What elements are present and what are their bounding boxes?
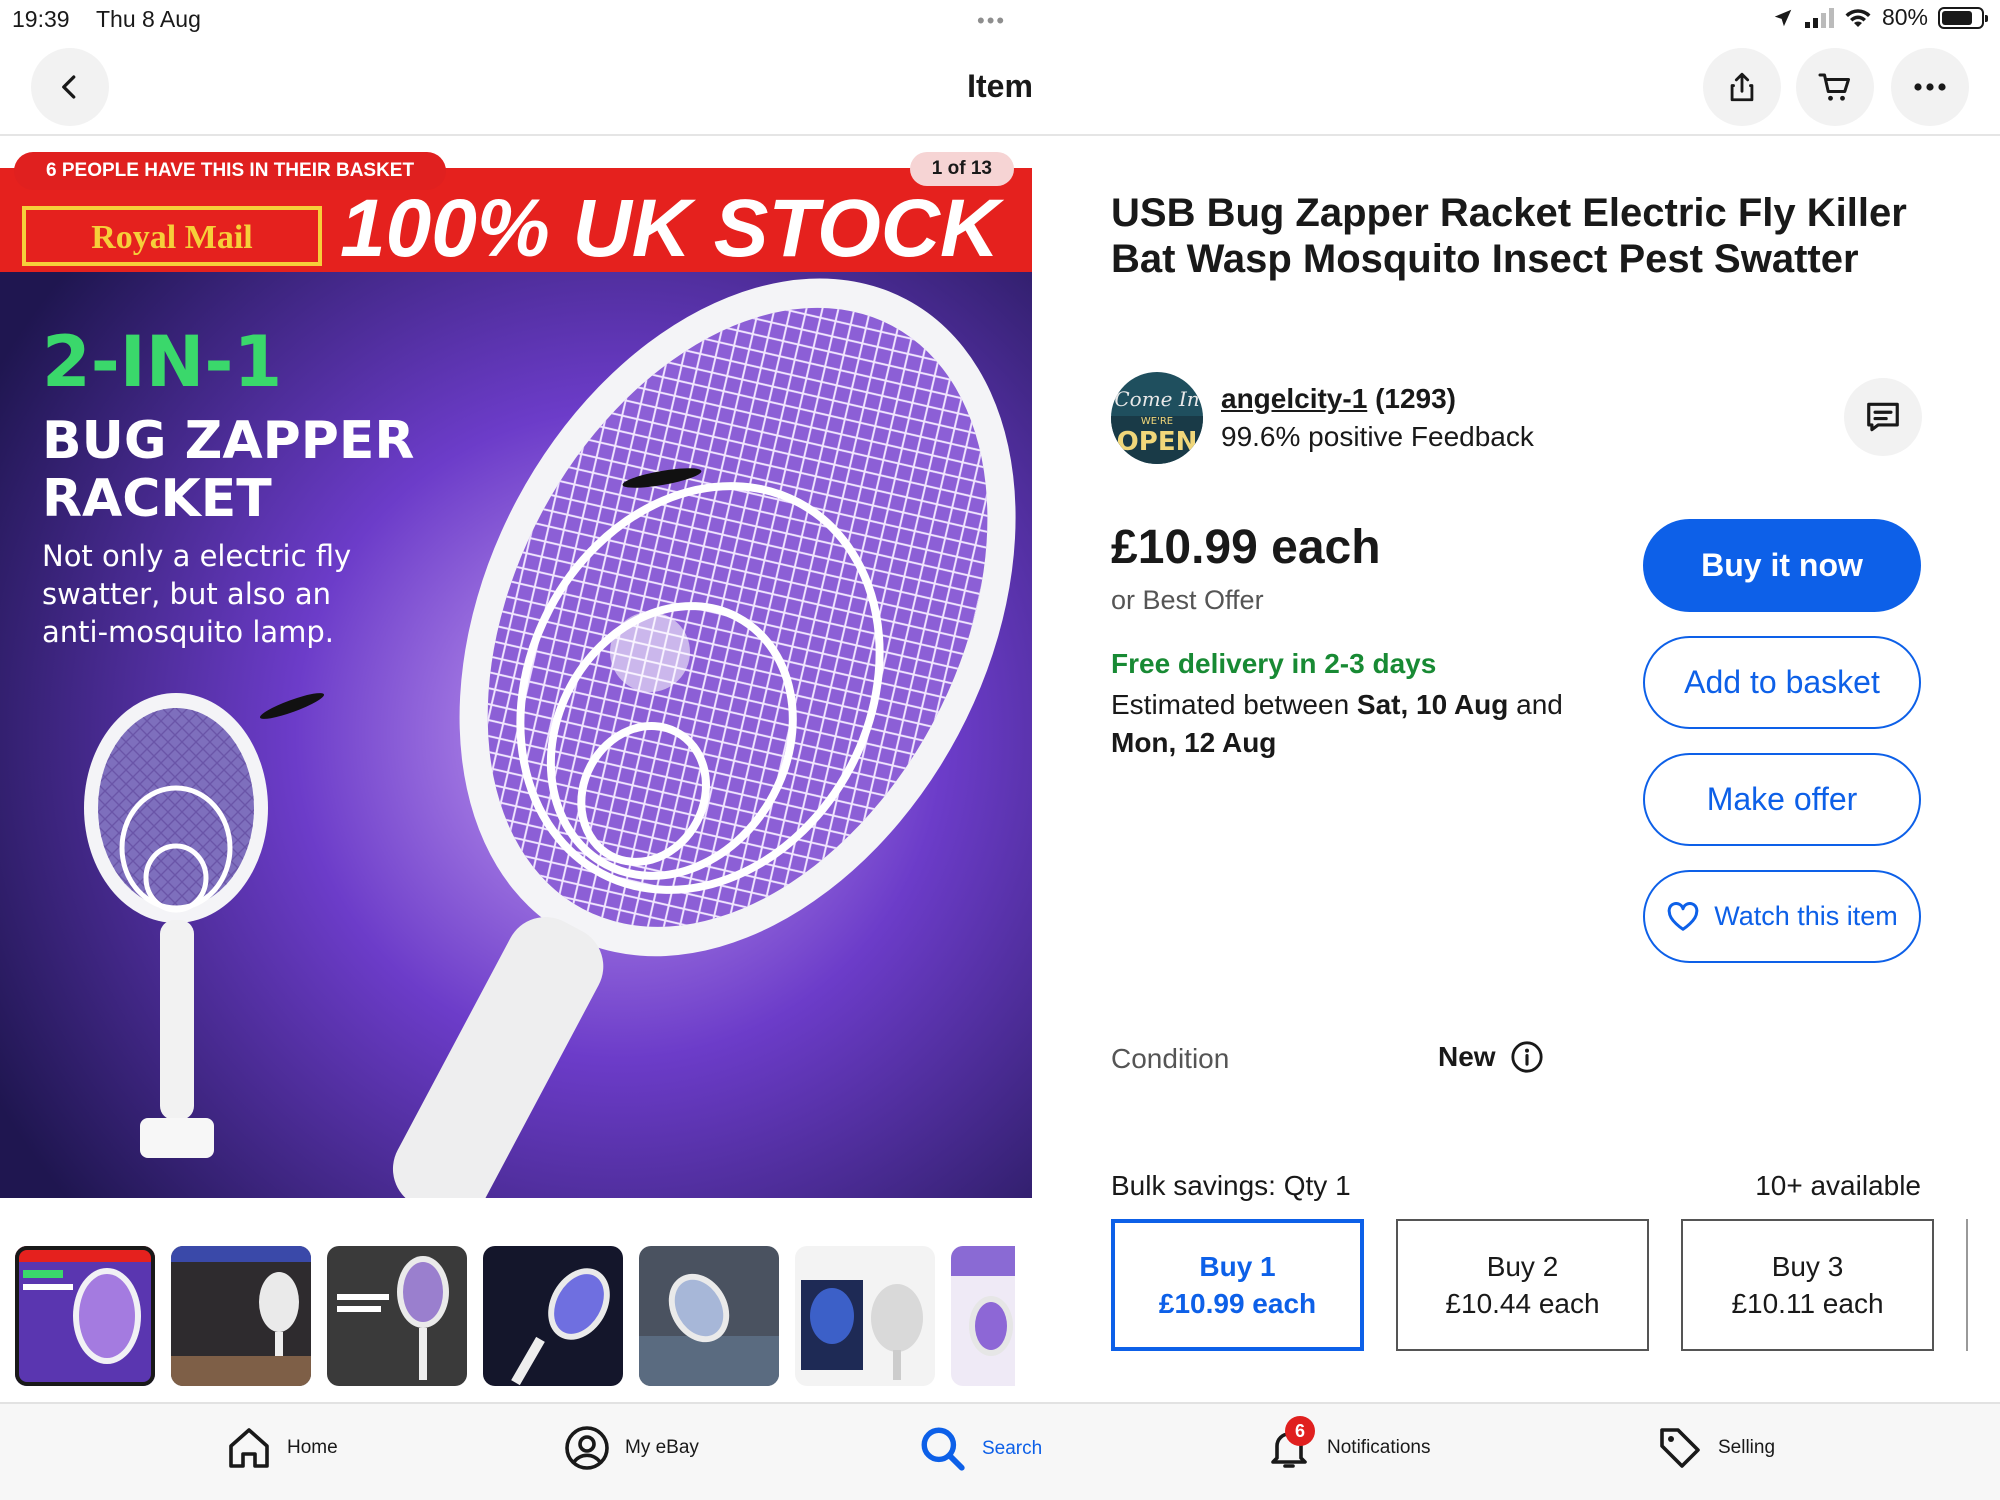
image-headline: 2-IN-1 <box>42 321 282 403</box>
avatar-text-2: WE'RE <box>1141 416 1173 427</box>
image-page-indicator: 1 of 13 <box>909 152 1014 186</box>
bulk-option-price: £10.11 each <box>1731 1288 1884 1319</box>
bottom-tab-bar: Home My eBay Search 6 Notifications Sell… <box>0 1402 2000 1500</box>
tab-home-label: Home <box>287 1437 338 1458</box>
bulk-option-qty: Buy 3 <box>1771 1251 1844 1282</box>
tab-my-ebay[interactable]: My eBay <box>563 1424 699 1472</box>
banner-text: 100% UK STOCK <box>340 183 1005 274</box>
condition-value-row: New <box>1438 1040 1544 1074</box>
estimate-mid: and <box>1508 689 1563 720</box>
tab-my-ebay-label: My eBay <box>625 1437 699 1458</box>
tab-notifications[interactable]: 6 Notifications <box>1265 1416 1431 1472</box>
condition-label: Condition <box>1111 1043 1230 1074</box>
delivery-estimate: Estimated between Sat, 10 Aug and Mon, 12… <box>1111 686 1611 762</box>
status-time: 19:39 <box>12 6 70 32</box>
bulk-option-price: £10.99 each <box>1158 1288 1317 1319</box>
image-tagline-1: Not only a electric fly <box>42 539 351 573</box>
notifications-icon-wrap: 6 <box>1265 1416 1315 1472</box>
seller-score: (1293) <box>1375 383 1456 414</box>
image-tagline-2: swatter, but also an <box>42 577 331 611</box>
tab-search[interactable]: Search <box>918 1424 1042 1474</box>
thumbnail-1[interactable] <box>15 1246 155 1386</box>
thumbnail-4[interactable] <box>483 1246 623 1386</box>
image-tagline-3: anti-mosquito lamp. <box>42 615 334 649</box>
availability-label: 10+ available <box>1755 1170 1921 1201</box>
product-title: USB Bug Zapper Racket Electric Fly Kille… <box>1111 191 1907 281</box>
bulk-more-edge <box>1966 1219 1968 1351</box>
thumbnail-strip[interactable] <box>15 1246 1015 1388</box>
thumbnail-2[interactable] <box>171 1246 311 1386</box>
search-icon <box>921 1427 965 1471</box>
best-offer-label: or Best Offer <box>1111 585 1264 615</box>
condition-value: New <box>1438 1041 1496 1072</box>
tag-icon <box>1660 1428 1700 1468</box>
bulk-option-2[interactable]: Buy 2 £10.44 each <box>1396 1219 1649 1351</box>
tab-search-label: Search <box>982 1438 1043 1459</box>
share-button[interactable] <box>1703 48 1781 126</box>
seller-name-link[interactable]: angelcity-1 <box>1221 383 1367 414</box>
tab-selling-label: Selling <box>1718 1437 1776 1458</box>
more-options-button[interactable] <box>1891 48 1969 126</box>
thumbnail-5[interactable] <box>639 1246 779 1386</box>
watch-item-button[interactable]: Watch this item <box>1643 870 1921 963</box>
basket-count-badge: 6 PEOPLE HAVE THIS IN THEIR BASKET <box>14 152 447 190</box>
add-to-basket-button[interactable]: Add to basket <box>1643 636 1921 729</box>
tab-selling[interactable]: Selling <box>1656 1424 1775 1472</box>
estimate-prefix: Estimated between <box>1111 689 1357 720</box>
heart-icon <box>1667 901 1699 931</box>
header-bar: Item <box>0 38 2000 136</box>
seller-avatar[interactable]: Come In WE'RE OPEN <box>1111 372 1203 464</box>
bulk-option-3[interactable]: Buy 3 £10.11 each <box>1681 1219 1934 1351</box>
free-delivery-label: Free delivery in 2-3 days <box>1111 648 1437 679</box>
home-icon <box>229 1428 269 1468</box>
battery-icon <box>1938 6 1988 29</box>
wifi-icon <box>1845 8 1871 27</box>
multitasking-dots-icon[interactable]: ••• <box>977 8 1006 34</box>
share-icon <box>1730 72 1754 102</box>
location-icon <box>1774 9 1792 26</box>
seller-feedback: 99.6% positive Feedback <box>1221 421 1534 452</box>
bulk-option-qty: Buy 2 <box>1486 1251 1559 1282</box>
notification-count-badge: 6 <box>1285 1416 1315 1446</box>
signal-icon <box>1804 7 1834 28</box>
estimate-date-to: Mon, 12 Aug <box>1111 727 1277 758</box>
contact-seller-button[interactable] <box>1844 378 1922 456</box>
seller-name-row: angelcity-1 (1293) <box>1221 383 1534 415</box>
image-subheadline-2: RACKET <box>42 469 272 529</box>
status-date: Thu 8 Aug <box>96 6 201 32</box>
thumbnail-6[interactable] <box>795 1246 935 1386</box>
seller-details: angelcity-1 (1293) 99.6% positive Feedba… <box>1221 383 1534 453</box>
watch-item-label: Watch this item <box>1714 901 1898 931</box>
more-icon <box>1914 83 1946 91</box>
battery-percent: 80% <box>1881 4 1928 30</box>
avatar-text-3: OPEN <box>1117 427 1198 457</box>
message-icon <box>1867 402 1899 432</box>
estimate-date-from: Sat, 10 Aug <box>1356 689 1509 720</box>
thumbnail-3[interactable] <box>327 1246 467 1386</box>
cart-button[interactable] <box>1796 48 1874 126</box>
make-offer-button[interactable]: Make offer <box>1643 753 1921 846</box>
page-title: Item <box>967 68 1033 104</box>
account-icon <box>565 1426 609 1470</box>
tab-home[interactable]: Home <box>225 1424 338 1472</box>
bulk-savings-label: Bulk savings: Qty 1 <box>1111 1170 1351 1201</box>
status-bar: 19:39 Thu 8 Aug ••• 80% <box>0 0 2000 38</box>
item-price: £10.99 each <box>1111 521 1381 574</box>
bulk-option-1[interactable]: Buy 1 £10.99 each <box>1111 1219 1364 1351</box>
cart-icon <box>1818 73 1850 101</box>
product-main-image[interactable]: Royal Mail 100% UK STOCK 2-IN-1 BUG ZAPP… <box>0 168 1032 1198</box>
product-image-gallery[interactable]: Royal Mail 100% UK STOCK 2-IN-1 BUG ZAPP… <box>0 138 1032 1200</box>
thumbnail-7[interactable] <box>951 1246 1015 1386</box>
info-icon[interactable] <box>1510 1040 1544 1074</box>
status-indicators: 80% <box>1772 4 1988 31</box>
tab-notifications-label: Notifications <box>1327 1437 1431 1458</box>
bulk-option-qty: Buy 1 <box>1199 1251 1276 1282</box>
seller-info[interactable]: Come In WE'RE OPEN angelcity-1 (1293) 99… <box>1111 372 1534 464</box>
avatar-text-1: Come In <box>1114 387 1199 411</box>
buy-it-now-button[interactable]: Buy it now <box>1643 519 1921 612</box>
royal-mail-logo-text: Royal Mail <box>91 219 252 256</box>
bulk-option-price: £10.44 each <box>1445 1288 1600 1319</box>
image-subheadline-1: BUG ZAPPER <box>42 411 414 471</box>
